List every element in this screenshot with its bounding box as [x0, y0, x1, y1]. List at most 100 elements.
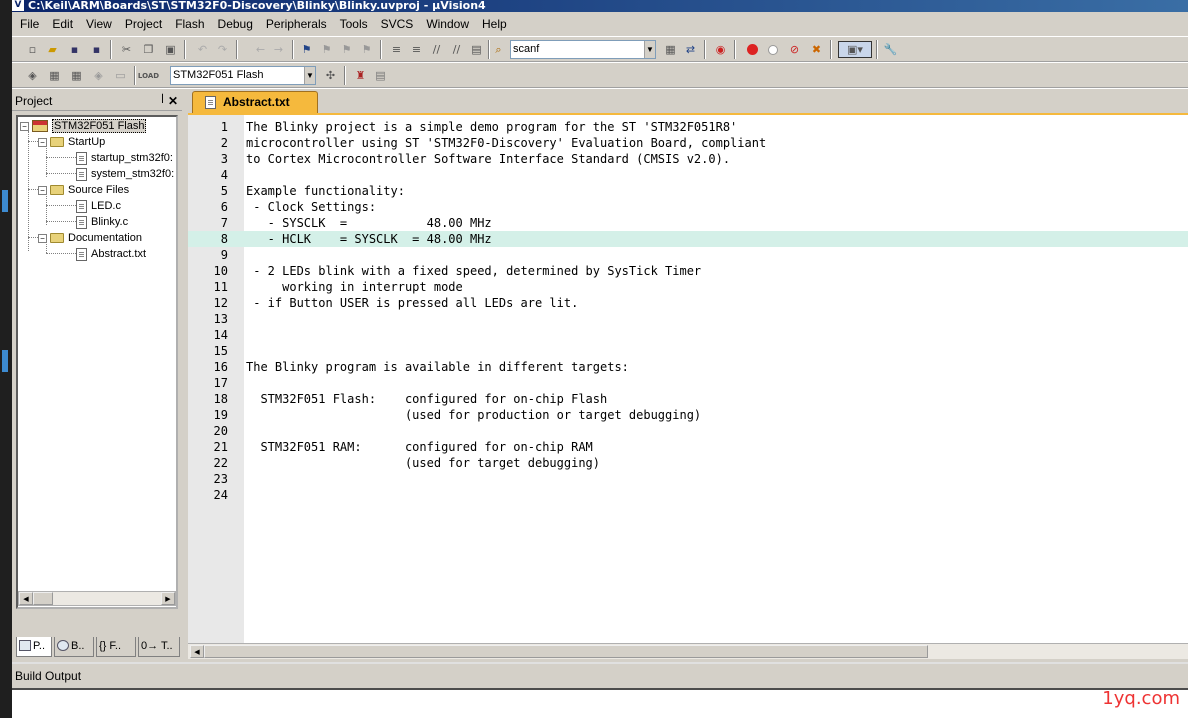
- tree-file[interactable]: Abstract.txt: [76, 246, 146, 262]
- menu-edit[interactable]: Edit: [52, 17, 73, 31]
- tree-group-documentation[interactable]: − Documentation: [38, 230, 142, 246]
- code-line[interactable]: 13: [188, 311, 1188, 327]
- menu-tools[interactable]: Tools: [340, 17, 368, 31]
- cut-icon[interactable]: ✂: [118, 41, 135, 58]
- code-line[interactable]: 11 working in interrupt mode: [188, 279, 1188, 295]
- paste-icon[interactable]: ▣: [162, 41, 179, 58]
- incremental-find-icon[interactable]: ⇄: [682, 41, 699, 58]
- code-line[interactable]: 15: [188, 343, 1188, 359]
- menu-file[interactable]: File: [20, 17, 39, 31]
- tree-group-source-files[interactable]: − Source Files: [38, 182, 129, 198]
- menu-help[interactable]: Help: [482, 17, 507, 31]
- prev-bookmark-icon[interactable]: ⚑: [318, 41, 335, 58]
- tab-books[interactable]: B..: [54, 637, 94, 657]
- chevron-down-icon[interactable]: ▼: [644, 41, 655, 58]
- nav-back-icon[interactable]: ←: [252, 41, 269, 58]
- code-line[interactable]: 16 The Blinky program is available in dif…: [188, 359, 1188, 375]
- code-line[interactable]: 23: [188, 471, 1188, 487]
- scroll-left-icon[interactable]: ◀: [19, 592, 33, 605]
- find-in-files-icon[interactable]: ▤: [468, 41, 485, 58]
- code-line[interactable]: 17: [188, 375, 1188, 391]
- code-line[interactable]: 3 to Cortex Microcontroller Software Inte…: [188, 151, 1188, 167]
- scroll-thumb[interactable]: [33, 592, 53, 605]
- clear-bookmarks-icon[interactable]: ⚑: [358, 41, 375, 58]
- code-line[interactable]: 24: [188, 487, 1188, 503]
- insert-breakpoint-icon[interactable]: [744, 41, 761, 58]
- configure-wrench-icon[interactable]: 🔧: [882, 41, 899, 58]
- open-folder-icon[interactable]: ▰: [44, 41, 61, 58]
- target-select[interactable]: STM32F051 Flash ▼: [170, 66, 316, 85]
- start-debug-icon[interactable]: ◉: [712, 41, 729, 58]
- tree-file[interactable]: LED.c: [76, 198, 121, 214]
- select-packs-icon[interactable]: ▤: [372, 67, 389, 84]
- save-icon[interactable]: ▪: [66, 41, 83, 58]
- kill-breakpoints-icon[interactable]: ✖: [808, 41, 825, 58]
- code-line[interactable]: 14: [188, 327, 1188, 343]
- code-line[interactable]: 19 (used for production or target debugg…: [188, 407, 1188, 423]
- find-files-icon[interactable]: ▦: [662, 41, 679, 58]
- scroll-right-icon[interactable]: ▶: [161, 592, 175, 605]
- target-options-icon[interactable]: ✣: [322, 67, 339, 84]
- tree-horizontal-scrollbar[interactable]: ◀ ▶: [18, 591, 176, 606]
- comment-icon[interactable]: //: [428, 41, 445, 58]
- menu-flash[interactable]: Flash: [175, 17, 204, 31]
- code-line[interactable]: 18 STM32F051 Flash: configured for on-ch…: [188, 391, 1188, 407]
- new-file-icon[interactable]: ▫: [24, 41, 41, 58]
- build-output-panel[interactable]: [12, 688, 1188, 718]
- code-line[interactable]: 6 - Clock Settings:: [188, 199, 1188, 215]
- redo-icon[interactable]: ↷: [214, 41, 231, 58]
- tab-functions[interactable]: {} F..: [96, 637, 136, 657]
- close-icon[interactable]: ✕: [168, 91, 178, 111]
- disable-breakpoints-icon[interactable]: ⊘: [786, 41, 803, 58]
- editor-horizontal-scrollbar[interactable]: ◀: [188, 643, 1188, 659]
- translate-icon[interactable]: ◈: [24, 67, 41, 84]
- tree-target[interactable]: − STM32F051 Flash: [20, 118, 147, 134]
- code-editor[interactable]: 1 The Blinky project is a simple demo pro…: [188, 113, 1188, 643]
- find-icon[interactable]: ⌕: [490, 41, 507, 58]
- rebuild-icon[interactable]: ▦: [68, 67, 85, 84]
- code-line[interactable]: 10 - 2 LEDs blink with a fixed speed, de…: [188, 263, 1188, 279]
- menu-debug[interactable]: Debug: [218, 17, 253, 31]
- window-layout-icon[interactable]: ▣▾: [838, 41, 872, 58]
- code-line[interactable]: 2 microcontroller using ST 'STM32F0-Disco…: [188, 135, 1188, 151]
- pin-icon[interactable]: ꟾ: [161, 91, 164, 111]
- code-line[interactable]: 5 Example functionality:: [188, 183, 1188, 199]
- collapse-icon[interactable]: −: [38, 185, 47, 195]
- scroll-left-icon[interactable]: ◀: [190, 645, 204, 658]
- code-line[interactable]: 22 (used for target debugging): [188, 455, 1188, 471]
- menu-svcs[interactable]: SVCS: [381, 17, 414, 31]
- tree-group-startup[interactable]: − StartUp: [38, 134, 105, 150]
- code-line[interactable]: 4: [188, 167, 1188, 183]
- save-all-icon[interactable]: ▪: [88, 41, 105, 58]
- manage-components-icon[interactable]: ♜: [352, 67, 369, 84]
- collapse-icon[interactable]: −: [38, 233, 47, 243]
- tab-abstract-txt[interactable]: Abstract.txt: [192, 91, 318, 113]
- nav-forward-icon[interactable]: →: [270, 41, 287, 58]
- next-bookmark-icon[interactable]: ⚑: [338, 41, 355, 58]
- undo-icon[interactable]: ↶: [194, 41, 211, 58]
- code-line[interactable]: 12 - if Button USER is pressed all LEDs …: [188, 295, 1188, 311]
- scroll-thumb[interactable]: [204, 645, 928, 658]
- tree-file[interactable]: startup_stm32f0:: [76, 150, 173, 166]
- uncomment-icon[interactable]: //: [448, 41, 465, 58]
- code-line[interactable]: 7 - SYSCLK = 48.00 MHz: [188, 215, 1188, 231]
- menu-view[interactable]: View: [86, 17, 112, 31]
- collapse-icon[interactable]: −: [38, 137, 47, 147]
- tree-file[interactable]: Blinky.c: [76, 214, 128, 230]
- find-combo[interactable]: scanf ▼: [510, 40, 656, 59]
- code-line[interactable]: 1 The Blinky project is a simple demo pro…: [188, 119, 1188, 135]
- menu-project[interactable]: Project: [125, 17, 162, 31]
- indent-icon[interactable]: ≡: [388, 41, 405, 58]
- code-line[interactable]: 9: [188, 247, 1188, 263]
- collapse-icon[interactable]: −: [20, 121, 29, 131]
- code-line[interactable]: 20: [188, 423, 1188, 439]
- chevron-down-icon[interactable]: ▼: [304, 67, 315, 84]
- enable-breakpoint-icon[interactable]: [764, 41, 781, 58]
- load-download-icon[interactable]: LOAD: [138, 67, 159, 84]
- tab-templates[interactable]: 0→ T..: [138, 637, 180, 657]
- batch-build-icon[interactable]: ◈: [90, 67, 107, 84]
- menu-window[interactable]: Window: [426, 17, 469, 31]
- code-line[interactable]: 21 STM32F051 RAM: configured for on-chip…: [188, 439, 1188, 455]
- unindent-icon[interactable]: ≡: [408, 41, 425, 58]
- build-icon[interactable]: ▦: [46, 67, 63, 84]
